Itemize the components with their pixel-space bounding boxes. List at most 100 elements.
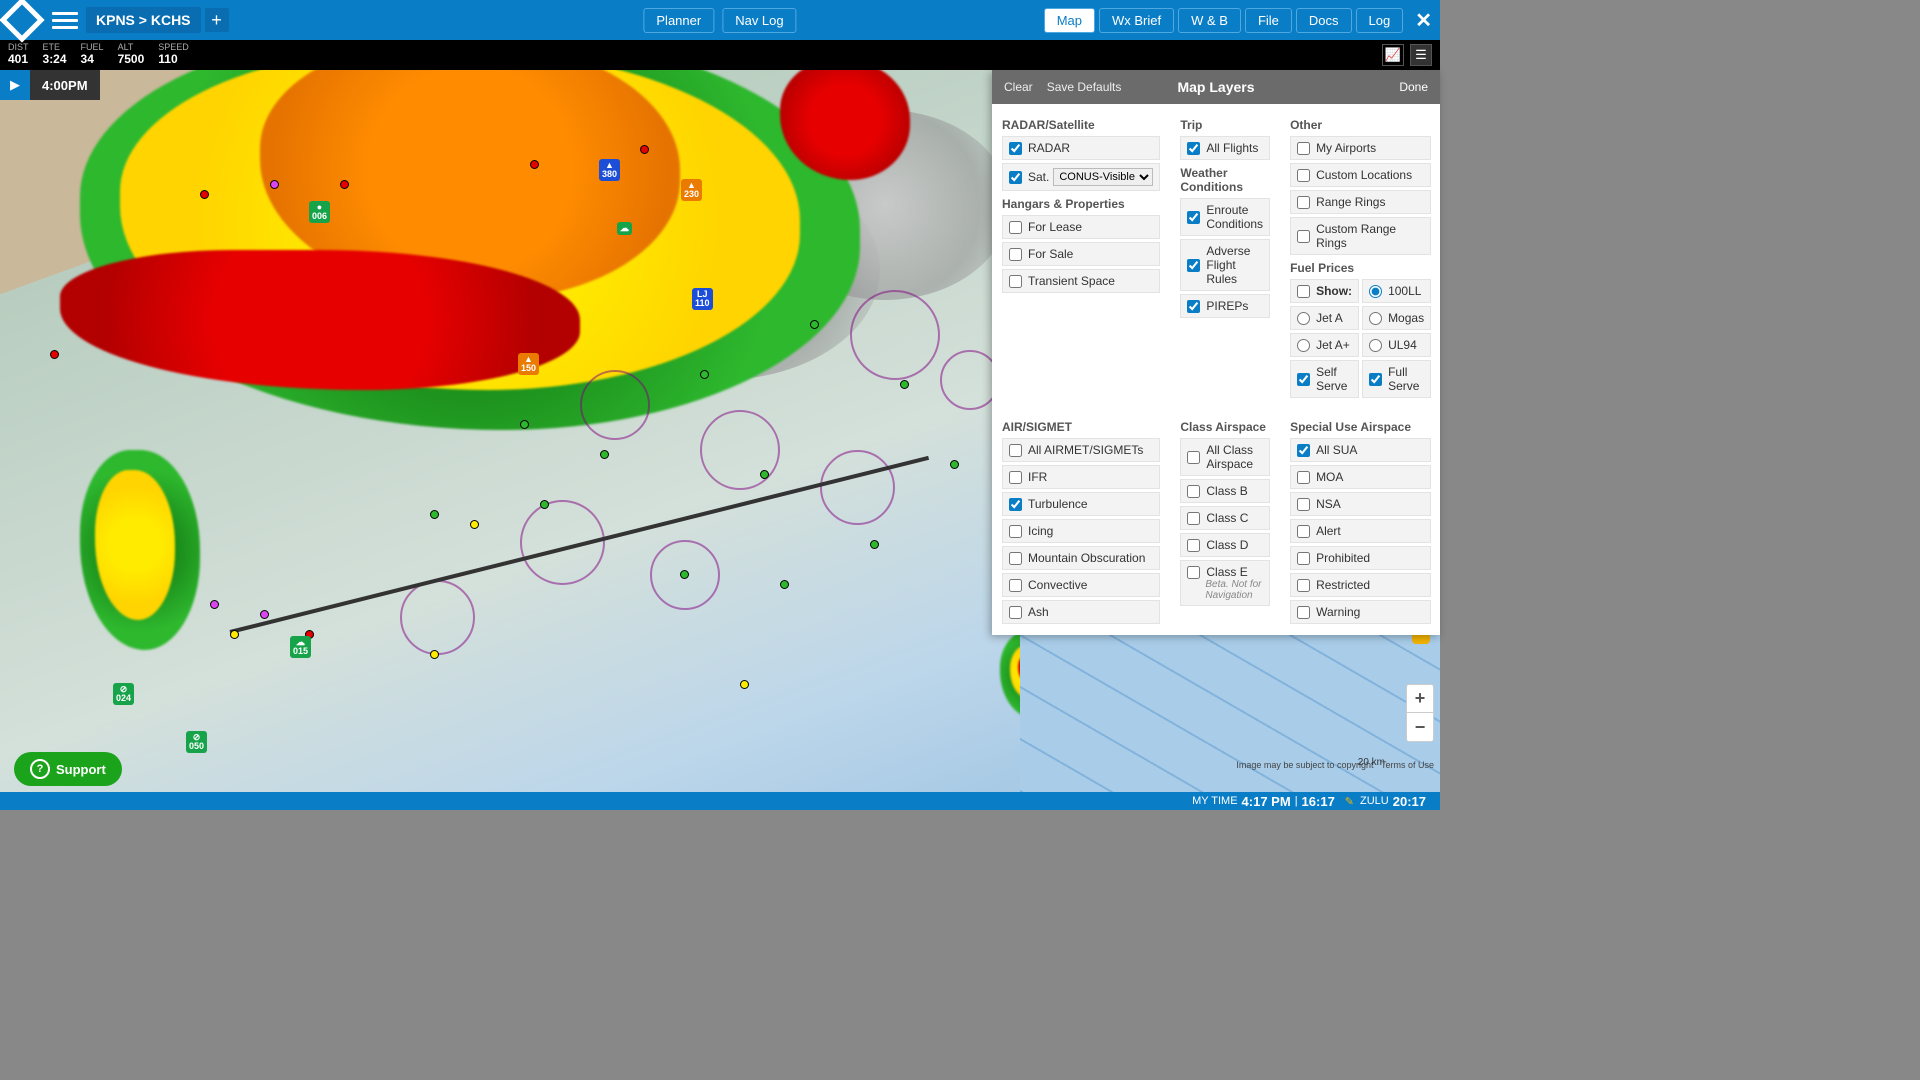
bottom-bar: MY TIME 4:17 PM | 16:17 ✎ ZULU 20:17: [0, 792, 1440, 810]
support-button[interactable]: Support: [14, 752, 122, 786]
zoom-out-button[interactable]: −: [1407, 713, 1433, 741]
top-bar: KPNS > KCHS + Planner Nav Log Map Wx Bri…: [0, 0, 1440, 40]
time-display[interactable]: 4:00PM: [30, 70, 100, 100]
radar-sat-header: RADAR/Satellite: [1002, 118, 1160, 132]
edit-time-icon[interactable]: ✎: [1345, 795, 1354, 808]
mytime-label: MY TIME: [1192, 795, 1237, 807]
all-sua-checkbox[interactable]: All SUA: [1290, 438, 1431, 462]
fuel-value: 34: [81, 52, 94, 66]
all-class-checkbox[interactable]: All Class Airspace: [1180, 438, 1270, 476]
range-rings-checkbox[interactable]: Range Rings: [1290, 190, 1431, 214]
planner-button[interactable]: Planner: [643, 8, 714, 33]
fuel-ul94-radio[interactable]: UL94: [1362, 333, 1431, 357]
map-badge[interactable]: ▲150: [518, 353, 539, 375]
other-header: Other: [1290, 118, 1431, 132]
tab-log[interactable]: Log: [1356, 8, 1404, 33]
fuel-mogas-radio[interactable]: Mogas: [1362, 306, 1431, 330]
nsa-checkbox[interactable]: NSA: [1290, 492, 1431, 516]
warning-checkbox[interactable]: Warning: [1290, 600, 1431, 624]
alt-value: 7500: [118, 52, 145, 66]
fuel-show-checkbox[interactable]: Show:: [1290, 279, 1359, 303]
self-serve-checkbox[interactable]: Self Serve: [1290, 360, 1359, 398]
adverse-checkbox[interactable]: Adverse Flight Rules: [1180, 239, 1270, 291]
route-chip[interactable]: KPNS > KCHS: [86, 7, 201, 33]
zoom-control: + −: [1406, 684, 1434, 742]
wx-header: Weather Conditions: [1180, 166, 1270, 194]
map-badge[interactable]: ☁: [617, 222, 632, 235]
class-d-checkbox[interactable]: Class D: [1180, 533, 1270, 557]
moa-checkbox[interactable]: MOA: [1290, 465, 1431, 489]
sat-select[interactable]: CONUS-Visible: [1053, 168, 1153, 186]
navlog-button[interactable]: Nav Log: [722, 8, 796, 33]
app-logo[interactable]: [0, 0, 45, 43]
prohibited-checkbox[interactable]: Prohibited: [1290, 546, 1431, 570]
speed-value: 110: [158, 52, 177, 66]
map-badge[interactable]: LJ110: [692, 288, 713, 310]
alert-checkbox[interactable]: Alert: [1290, 519, 1431, 543]
fuel-jetap-radio[interactable]: Jet A+: [1290, 333, 1359, 357]
class-c-checkbox[interactable]: Class C: [1180, 506, 1270, 530]
restricted-checkbox[interactable]: Restricted: [1290, 573, 1431, 597]
done-link[interactable]: Done: [1399, 80, 1428, 94]
radar-checkbox[interactable]: RADAR: [1002, 136, 1160, 160]
trip-header: Trip: [1180, 118, 1270, 132]
sat-checkbox[interactable]: Sat.CONUS-Visible: [1002, 163, 1160, 191]
mountain-checkbox[interactable]: Mountain Obscuration: [1002, 546, 1160, 570]
fuel-jeta-radio[interactable]: Jet A: [1290, 306, 1359, 330]
ash-checkbox[interactable]: Ash: [1002, 600, 1160, 624]
airsigmet-header: AIR/SIGMET: [1002, 420, 1160, 434]
zulu-value: 20:17: [1393, 794, 1426, 809]
clear-link[interactable]: Clear: [1004, 80, 1033, 94]
icing-checkbox[interactable]: Icing: [1002, 519, 1160, 543]
map-badge[interactable]: ▲380: [599, 159, 620, 181]
convective-checkbox[interactable]: Convective: [1002, 573, 1160, 597]
transient-checkbox[interactable]: Transient Space: [1002, 269, 1160, 293]
close-icon[interactable]: ✕: [1415, 8, 1432, 33]
custom-locations-checkbox[interactable]: Custom Locations: [1290, 163, 1431, 187]
map-badge[interactable]: ⊘024: [113, 683, 134, 705]
ifr-checkbox[interactable]: IFR: [1002, 465, 1160, 489]
class-airspace-header: Class Airspace: [1180, 420, 1270, 434]
map-badge[interactable]: ☁015: [290, 636, 311, 658]
hamburger-icon[interactable]: [52, 7, 78, 33]
zoom-in-button[interactable]: +: [1407, 685, 1433, 713]
all-airmet-checkbox[interactable]: All AIRMET/SIGMETs: [1002, 438, 1160, 462]
for-sale-checkbox[interactable]: For Sale: [1002, 242, 1160, 266]
fuel-100ll-radio[interactable]: 100LL: [1362, 279, 1431, 303]
enroute-checkbox[interactable]: Enroute Conditions: [1180, 198, 1270, 236]
all-flights-checkbox[interactable]: All Flights: [1180, 136, 1270, 160]
dist-value: 401: [8, 52, 28, 66]
tab-map[interactable]: Map: [1044, 8, 1095, 33]
tab-wxbrief[interactable]: Wx Brief: [1099, 8, 1174, 33]
turbulence-checkbox[interactable]: Turbulence: [1002, 492, 1160, 516]
ete-value: 3:24: [43, 52, 67, 66]
ete-label: ETE: [43, 43, 67, 52]
save-defaults-link[interactable]: Save Defaults: [1047, 80, 1122, 94]
play-button[interactable]: ▶: [0, 70, 30, 100]
panel-title: Map Layers: [1177, 79, 1254, 95]
stats-bar: DIST401 ETE3:24 FUEL34 ALT7500 SPEED110 …: [0, 40, 1440, 70]
tab-docs[interactable]: Docs: [1296, 8, 1352, 33]
add-route-button[interactable]: +: [205, 8, 229, 32]
pireps-checkbox[interactable]: PIREPs: [1180, 294, 1270, 318]
fuel-header: Fuel Prices: [1290, 261, 1431, 275]
tab-file[interactable]: File: [1245, 8, 1292, 33]
fuel-label: FUEL: [81, 43, 104, 52]
custom-range-rings-checkbox[interactable]: Custom Range Rings: [1290, 217, 1431, 255]
header-tabs: Map Wx Brief W & B File Docs Log ✕: [1044, 8, 1440, 33]
map-badge[interactable]: ⊘050: [186, 731, 207, 753]
chart-tool-icon[interactable]: 📈: [1382, 44, 1404, 66]
zulu-label: ZULU: [1360, 795, 1389, 807]
layers-tool-icon[interactable]: ☰: [1410, 44, 1432, 66]
class-e-checkbox[interactable]: Class E Beta. Not for Navigation: [1180, 560, 1270, 606]
tab-wb[interactable]: W & B: [1178, 8, 1241, 33]
full-serve-checkbox[interactable]: Full Serve: [1362, 360, 1431, 398]
alt-label: ALT: [118, 43, 145, 52]
my-airports-checkbox[interactable]: My Airports: [1290, 136, 1431, 160]
class-b-checkbox[interactable]: Class B: [1180, 479, 1270, 503]
local-time: 16:17: [1302, 794, 1335, 809]
map-badge[interactable]: ▲230: [681, 179, 702, 201]
map-badge[interactable]: ●006: [309, 201, 330, 223]
route-line: [230, 456, 930, 634]
for-lease-checkbox[interactable]: For Lease: [1002, 215, 1160, 239]
